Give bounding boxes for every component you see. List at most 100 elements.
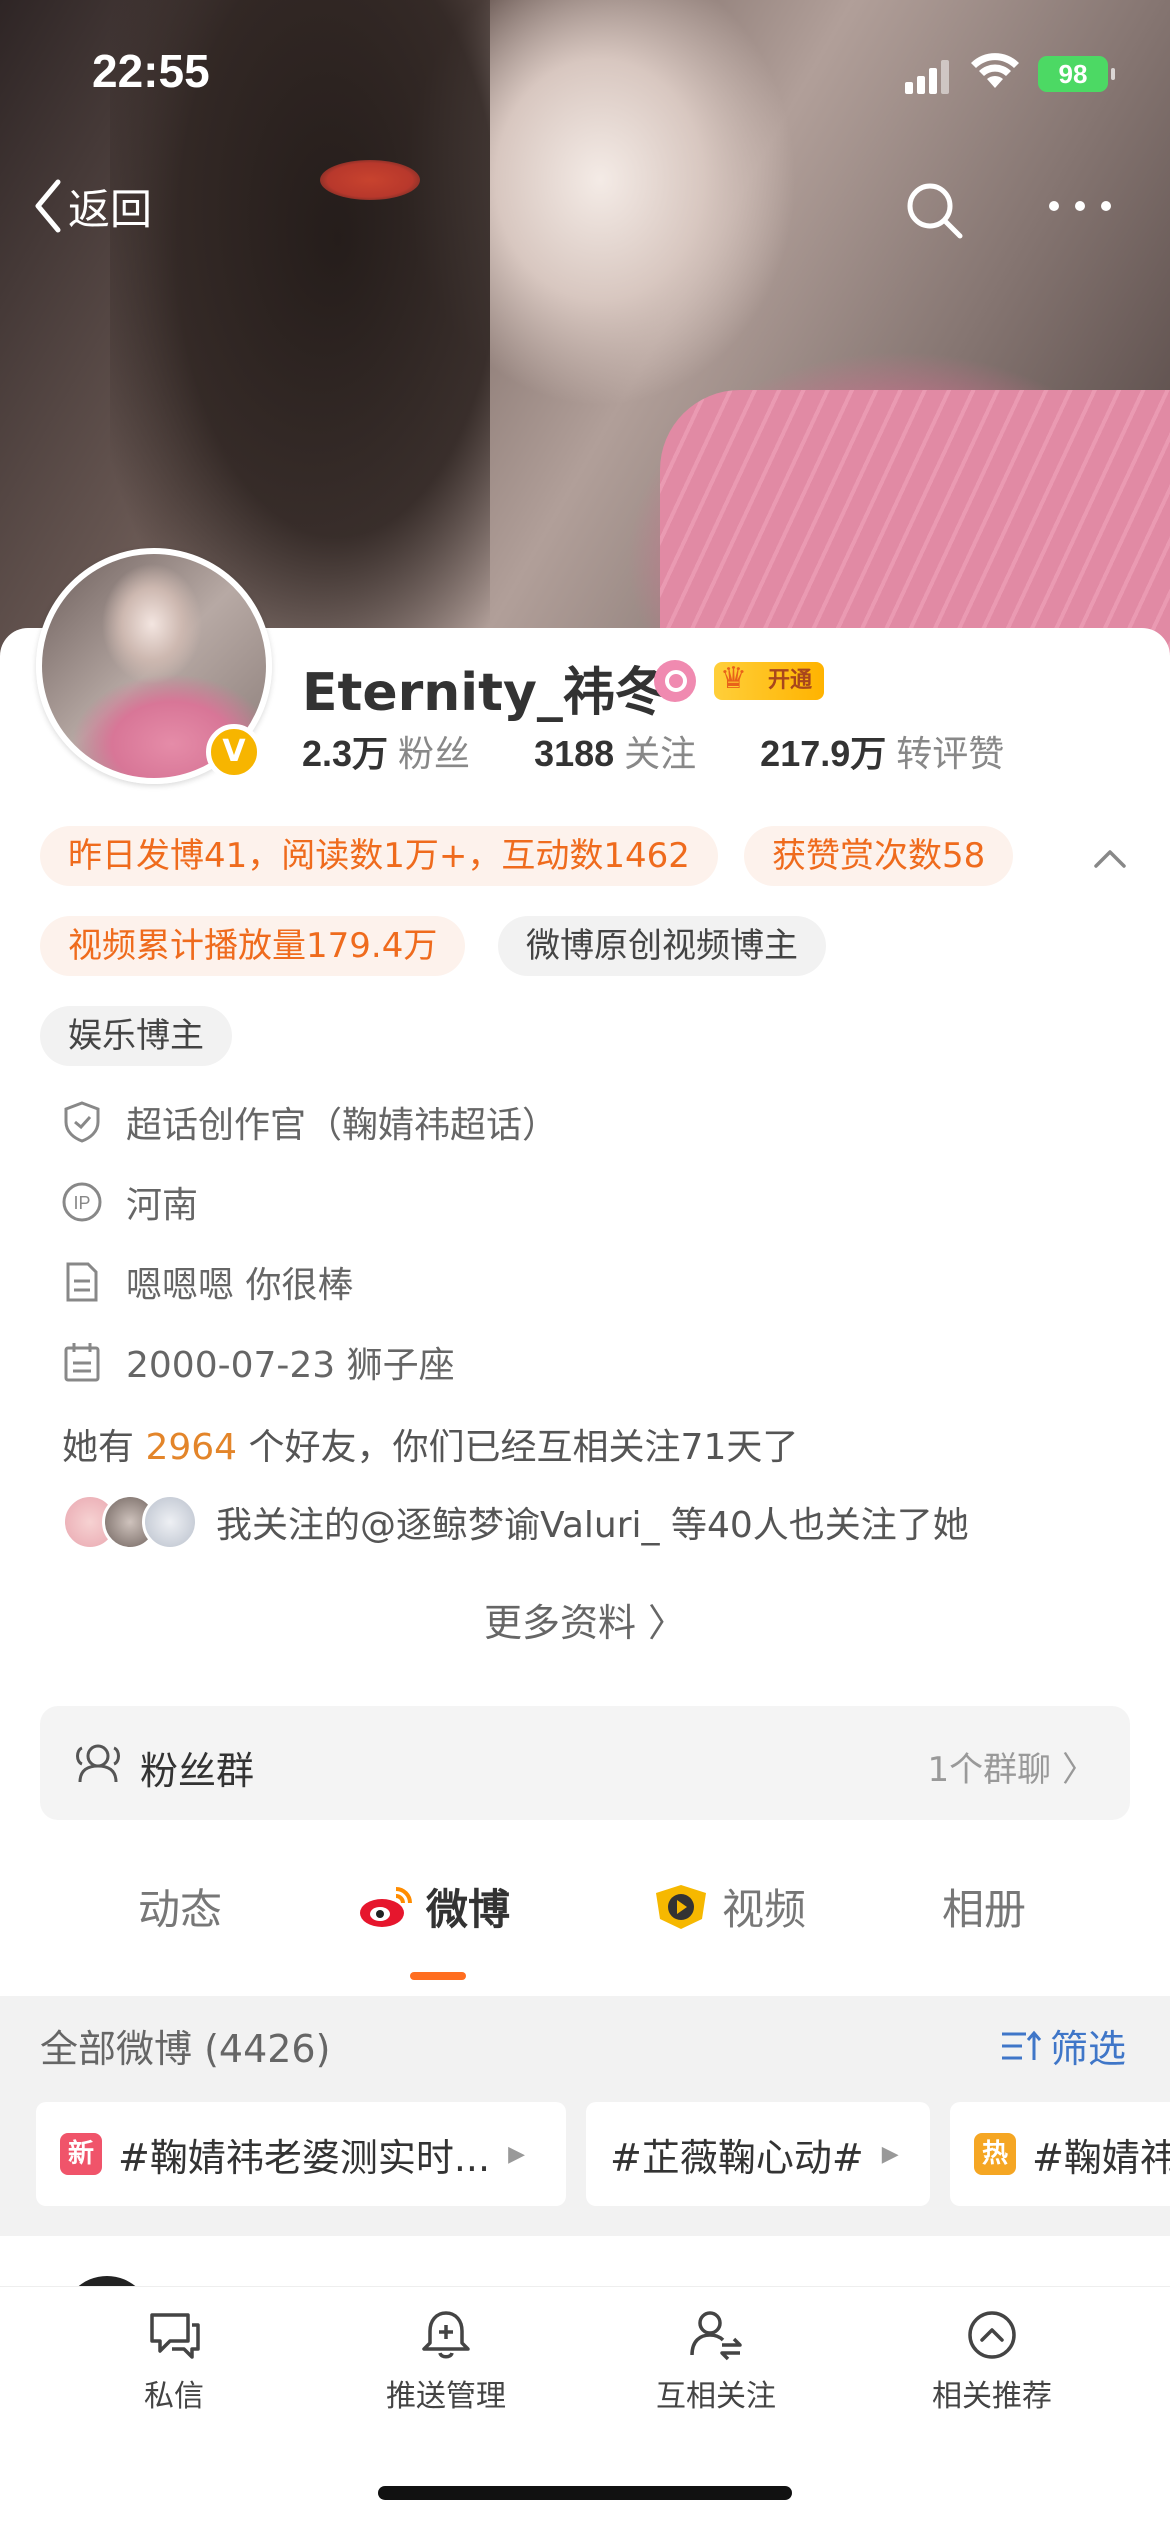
- more-options-icon[interactable]: [1040, 176, 1120, 246]
- chevron-up-circle-icon: [968, 2311, 1016, 2359]
- tag-entertainment-blogger[interactable]: 娱乐博主: [40, 1006, 232, 1066]
- shield-icon: [60, 1100, 104, 1144]
- battery-indicator: 98: [1038, 56, 1115, 92]
- tag-original-video-blogger[interactable]: 微博原创视频博主: [498, 916, 826, 976]
- tag-video-plays[interactable]: 视频累计播放量179.4万: [40, 916, 466, 976]
- mutual-avatar: [142, 1494, 198, 1550]
- supertopic-badge-icon[interactable]: [654, 660, 696, 702]
- chevron-up-icon[interactable]: [1090, 838, 1130, 878]
- topic-chip-2-text: #芷薇鞠心动#: [610, 2135, 864, 2180]
- stat-followers-label: 粉丝: [398, 734, 471, 775]
- weibo-logo-icon: [360, 1886, 412, 1927]
- video-play-icon: [656, 1884, 706, 1929]
- message-label: 私信: [144, 2379, 204, 2414]
- active-tab-indicator: [410, 1972, 466, 1980]
- friends-summary: 她有 2964 个好友，你们已经互相关注71天了: [62, 1418, 798, 1470]
- filter-icon: [1001, 2030, 1042, 2060]
- more-info-link[interactable]: 更多资料 〉: [0, 1592, 1170, 1647]
- recommend-label: 相关推荐: [932, 2379, 1052, 2414]
- wifi-icon: [971, 53, 1019, 88]
- fan-group-entry[interactable]: 粉丝群 1个群聊 〉: [40, 1706, 1130, 1820]
- vip-open-label: 开通: [767, 668, 812, 693]
- tab-video[interactable]: 视频: [652, 1876, 806, 1937]
- topic-chip-2[interactable]: #芷薇鞠心动# ▶: [586, 2102, 930, 2206]
- info-supertopic[interactable]: 超话创作官（鞠婧祎超话）: [60, 1096, 558, 1148]
- stat-interactions-value: 217.9万: [760, 733, 887, 774]
- profile-name: Eternity_祎冬: [302, 663, 667, 723]
- back-label: 返回: [68, 184, 153, 234]
- profile-card: [0, 628, 1170, 2532]
- chat-icon: [150, 2313, 200, 2359]
- friends-prefix: 她有: [62, 1427, 135, 1468]
- tab-activity[interactable]: 动态: [138, 1876, 222, 1937]
- info-bio: 嗯嗯嗯 你很棒: [60, 1256, 353, 1308]
- tab-weibo-label: 微博: [426, 1885, 511, 1934]
- svg-text:IP: IP: [73, 1193, 90, 1213]
- topic-chip-3-text: #鞠婧祎: [1032, 2135, 1170, 2180]
- fan-group-label: 粉丝群: [140, 1749, 255, 1793]
- profile-tabs: 动态 微博 视频 相册: [0, 1854, 1170, 1974]
- info-ip-text: 河南: [126, 1185, 199, 1226]
- friends-suffix: 个好友，你们已经互相关注71天了: [248, 1427, 799, 1468]
- push-settings-button[interactable]: 推送管理: [346, 2309, 546, 2415]
- chevron-left-icon: [35, 179, 61, 233]
- filter-button[interactable]: 筛选: [1000, 2018, 1126, 2073]
- info-ip: IP 河南: [60, 1176, 198, 1228]
- hot-badge: 热: [974, 2133, 1016, 2175]
- stat-following-value: 3188: [534, 733, 615, 774]
- tag-reward-count[interactable]: 获赞赏次数58: [744, 826, 1014, 886]
- tab-album[interactable]: 相册: [942, 1876, 1026, 1937]
- mutual-followers[interactable]: 我关注的@逐鲸梦谕Valuri_ 等40人也关注了她: [62, 1494, 969, 1550]
- mutual-follow-button[interactable]: 互相关注: [616, 2309, 816, 2415]
- stat-following[interactable]: 3188 关注: [534, 725, 696, 777]
- info-bio-text: 嗯嗯嗯 你很棒: [126, 1265, 354, 1306]
- document-icon: [60, 1260, 104, 1304]
- home-indicator: [378, 2486, 792, 2500]
- calendar-icon: [60, 1340, 104, 1384]
- status-bar: 22:55 98: [0, 0, 1170, 150]
- push-settings-label: 推送管理: [386, 2379, 506, 2414]
- cover-shirt: [660, 390, 1170, 660]
- topic-chip-3[interactable]: 热 #鞠婧祎: [950, 2102, 1170, 2206]
- profile-stats: 2.3万 粉丝 3188 关注 217.9万 转评赞: [302, 725, 1068, 777]
- play-arrow-icon: ▶: [881, 2141, 899, 2167]
- message-button[interactable]: 私信: [74, 2309, 274, 2415]
- status-time: 22:55: [92, 45, 210, 97]
- battery-level: 98: [1058, 59, 1088, 89]
- filter-label: 筛选: [1049, 2027, 1126, 2071]
- feed-count: 全部微博 (4426): [40, 2027, 331, 2071]
- stat-followers-value: 2.3万: [302, 733, 389, 774]
- tab-activity-label: 动态: [138, 1885, 223, 1934]
- ip-icon: IP: [60, 1180, 104, 1224]
- feed-filter-bar: 全部微博 (4426) 筛选 新 #鞠婧祎老婆测实时... ▶ #芷薇鞠心动# …: [0, 1996, 1170, 2236]
- tag-yesterday-stats[interactable]: 昨日发博41，阅读数1万+，互动数1462: [40, 826, 718, 886]
- info-supertopic-text: 超话创作官（鞠婧祎超话）: [126, 1105, 559, 1146]
- stat-interactions-label: 转评赞: [896, 734, 1005, 775]
- topic-chip-1-text: #鞠婧祎老婆测实时...: [118, 2135, 491, 2180]
- mutual-follow-icon: [690, 2311, 742, 2361]
- signal-icon: [905, 60, 951, 94]
- mutual-follow-label: 互相关注: [656, 2379, 776, 2414]
- cover-lips: [320, 160, 420, 200]
- search-icon[interactable]: [900, 176, 970, 246]
- topic-chip-1[interactable]: 新 #鞠婧祎老婆测实时... ▶: [36, 2102, 566, 2206]
- verified-badge-icon: V: [206, 724, 262, 780]
- tab-album-label: 相册: [942, 1885, 1027, 1934]
- stat-interactions[interactable]: 217.9万 转评赞: [760, 725, 1004, 777]
- info-birthday: 2000-07-23 狮子座: [60, 1336, 455, 1388]
- new-badge: 新: [60, 2133, 102, 2175]
- bell-plus-icon: [422, 2311, 470, 2359]
- vip-open-button[interactable]: 开通: [714, 660, 824, 700]
- back-button[interactable]: 返回: [32, 176, 152, 236]
- fan-group-count: 1个群聊 〉: [927, 1750, 1096, 1790]
- stat-following-label: 关注: [624, 734, 697, 775]
- tab-weibo[interactable]: 微博: [356, 1876, 510, 1937]
- mutual-text: 我关注的@逐鲸梦谕Valuri_ 等40人也关注了她: [216, 1505, 969, 1546]
- info-birthday-text: 2000-07-23 狮子座: [126, 1345, 455, 1386]
- friends-count[interactable]: 2964: [145, 1427, 237, 1468]
- group-icon: [76, 1744, 120, 1783]
- tab-video-label: 视频: [722, 1885, 807, 1934]
- stat-followers[interactable]: 2.3万 粉丝: [302, 725, 470, 777]
- recommend-button[interactable]: 相关推荐: [892, 2309, 1092, 2415]
- play-arrow-icon: ▶: [508, 2141, 525, 2167]
